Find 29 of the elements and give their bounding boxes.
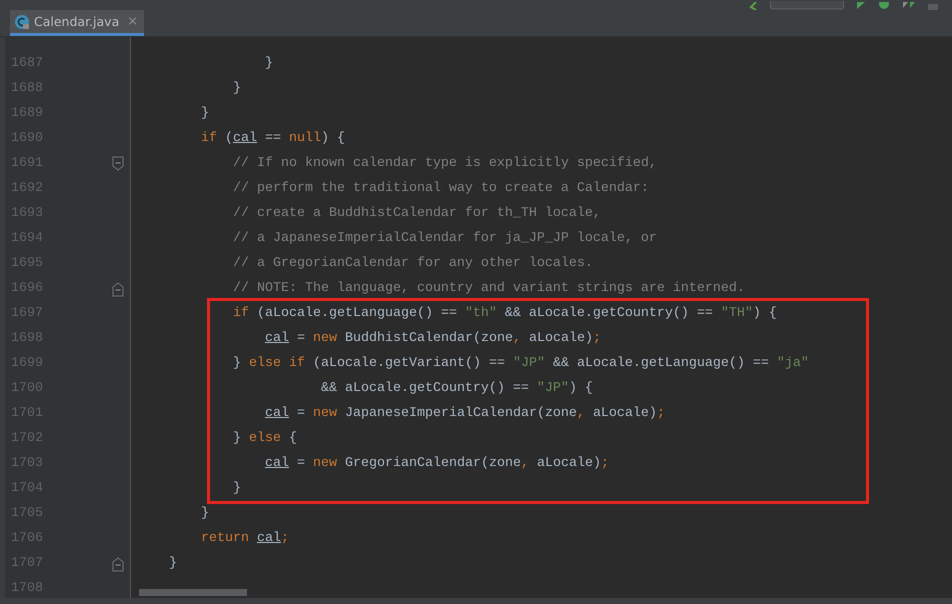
fold-icon[interactable] bbox=[111, 280, 125, 296]
code-line: // a GregorianCalendar for any other locales. bbox=[232, 255, 593, 273]
code-line: cal = new JapaneseImperialCalendar(zone, aLocale); bbox=[264, 405, 665, 423]
code-line: cal = new GregorianCalendar(zone, aLocale); bbox=[264, 455, 609, 473]
code-line: } bbox=[200, 505, 209, 523]
code-line: && aLocale.getCountry() == "JP") { bbox=[320, 380, 593, 398]
java-class-icon bbox=[14, 14, 30, 30]
code-line: } bbox=[168, 555, 177, 573]
fold-icon[interactable] bbox=[111, 156, 125, 172]
code-line: } bbox=[232, 80, 241, 98]
code-line: } bbox=[232, 480, 241, 498]
tab-label: Calendar.java bbox=[34, 14, 120, 29]
code-line: return cal; bbox=[200, 530, 289, 548]
code-line: // perform the traditional way to create a Calendar: bbox=[232, 180, 649, 198]
close-tab-button[interactable]: × bbox=[127, 14, 138, 29]
code-line: } else if (aLocale.getVariant() == "JP" && aLocale.getLanguage() == "ja" bbox=[232, 355, 809, 373]
code-line: } bbox=[264, 55, 273, 73]
code-line: } else { bbox=[232, 430, 297, 448]
code-line: if (cal == null) { bbox=[200, 130, 345, 148]
code-line: // create a BuddhistCalendar for th_TH locale, bbox=[232, 205, 601, 223]
code-line: cal = new BuddhistCalendar(zone, aLocale); bbox=[264, 330, 601, 348]
code-line: if (aLocale.getLanguage() == "th" && aLocale.getCountry() == "TH") { bbox=[232, 305, 777, 323]
code-line: // a JapaneseImperialCalendar for ja_JP_JP locale, or bbox=[232, 230, 657, 248]
code-line: } bbox=[200, 105, 209, 123]
fold-icon[interactable] bbox=[111, 556, 125, 572]
horizontal-scrollbar[interactable] bbox=[139, 589, 247, 596]
code-line: // NOTE: The language, country and variant strings are interned. bbox=[232, 280, 745, 298]
code-line: // If no known calendar type is explicitly specified, bbox=[232, 155, 657, 173]
file-tab[interactable]: Calendar.java × bbox=[10, 10, 144, 36]
